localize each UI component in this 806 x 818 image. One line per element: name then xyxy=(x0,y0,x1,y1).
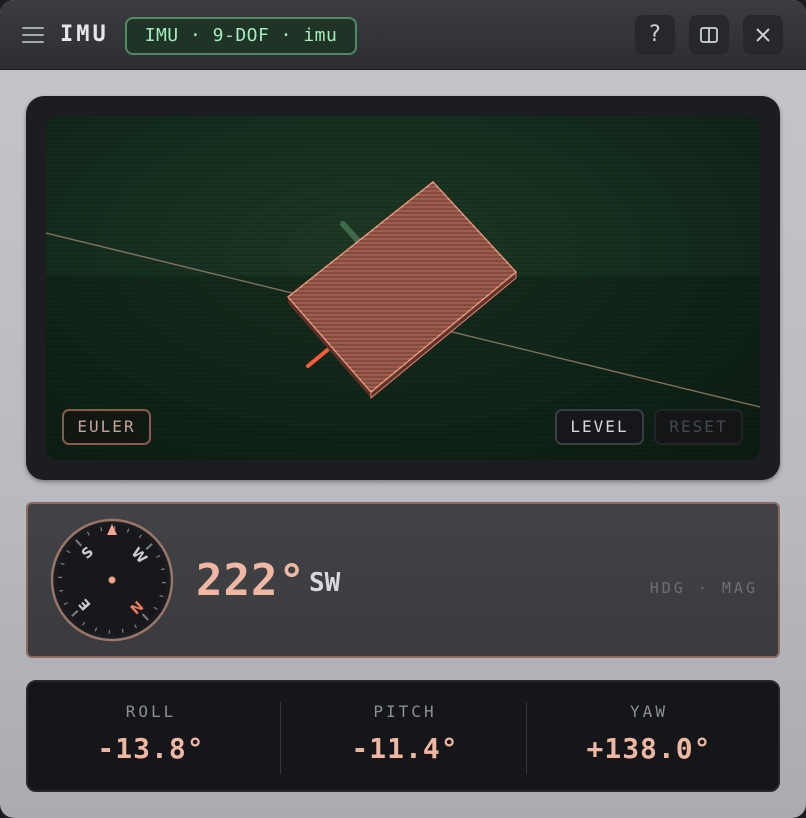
compass-icon: N E S W xyxy=(50,518,174,642)
pitch-readout: PITCH -11.4° xyxy=(282,682,528,790)
euler-angles-panel: ROLL -13.8° PITCH -11.4° YAW +138.0° xyxy=(26,680,780,792)
roll-label: ROLL xyxy=(125,702,177,721)
orientation-viewport[interactable]: EULER LEVEL RESET xyxy=(46,116,760,460)
yaw-value: +138.0° xyxy=(586,732,712,765)
compass-tick xyxy=(121,628,124,633)
roll-readout: ROLL -13.8° xyxy=(28,682,274,790)
yaw-readout: YAW +138.0° xyxy=(526,682,772,790)
compass-tick xyxy=(100,527,103,532)
help-button[interactable]: ? xyxy=(635,15,675,55)
roll-value: -13.8° xyxy=(97,732,205,765)
compass-tick xyxy=(160,568,165,571)
yaw-label: YAW xyxy=(630,702,668,721)
reset-button[interactable]: RESET xyxy=(654,409,743,445)
heading-value: 222° xyxy=(196,555,306,606)
hamburger-icon[interactable] xyxy=(22,26,44,44)
divider xyxy=(280,702,281,774)
titlebar: IMU IMU · 9-DOF · imu ? xyxy=(0,0,806,70)
heading-panel: N E S W 222° SW HDG · MAG xyxy=(26,502,780,658)
imu-window: IMU IMU · 9-DOF · imu ? EULER LEVEL RESE… xyxy=(0,0,806,818)
pitch-value: -11.4° xyxy=(351,732,459,765)
split-view-icon xyxy=(700,27,718,43)
device-badge: IMU · 9-DOF · imu xyxy=(125,17,357,55)
compass-tick xyxy=(59,589,64,592)
compass-center-dot xyxy=(108,576,116,584)
close-button[interactable] xyxy=(743,15,783,55)
app-title: IMU xyxy=(60,22,109,47)
heading-cardinal: SW xyxy=(309,568,341,598)
level-button[interactable]: LEVEL xyxy=(555,409,644,445)
euler-button[interactable]: EULER xyxy=(62,409,151,445)
heading-mode: HDG · MAG xyxy=(649,579,758,597)
pitch-label: PITCH xyxy=(373,702,437,721)
orientation-scene xyxy=(46,180,760,460)
close-icon xyxy=(756,28,770,42)
split-view-button[interactable] xyxy=(689,15,729,55)
